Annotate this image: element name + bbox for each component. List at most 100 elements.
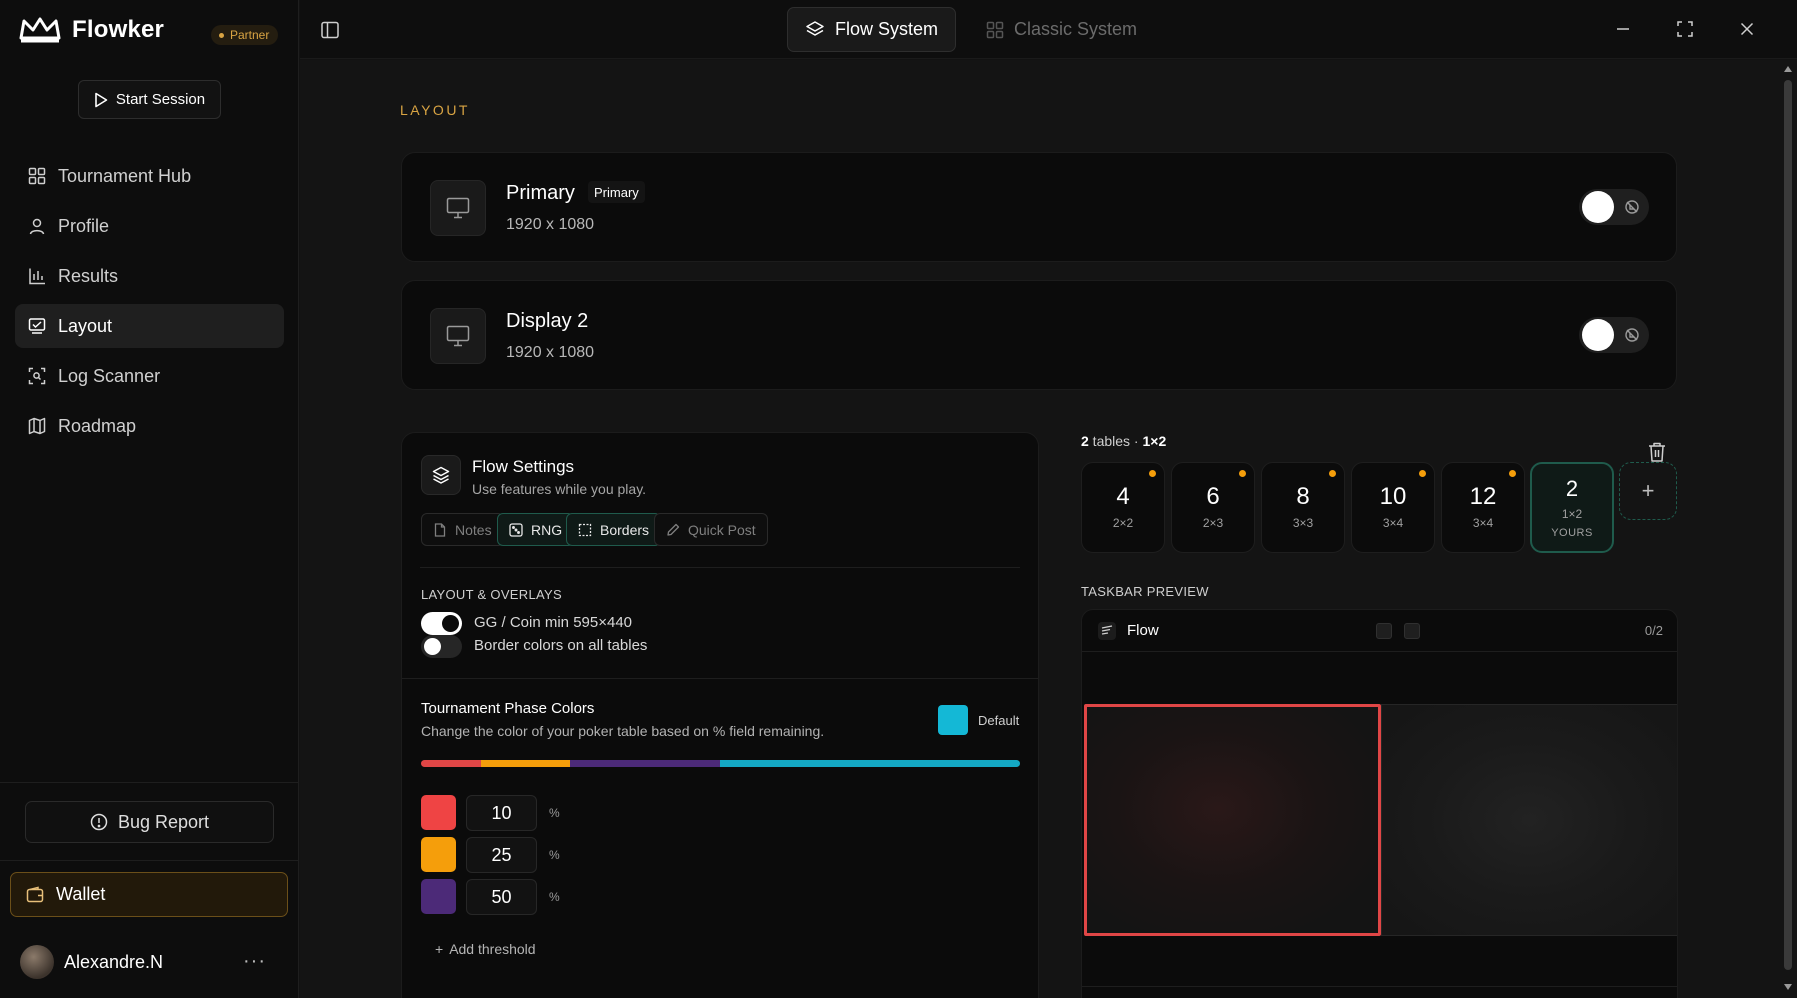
display-disable-toggle[interactable]: [1579, 189, 1649, 225]
phase-bar-segment: [421, 760, 481, 767]
default-color-swatch[interactable]: [938, 705, 968, 735]
sidebar-item-roadmap[interactable]: Roadmap: [15, 404, 284, 448]
threshold-input[interactable]: 25: [466, 837, 537, 873]
chip-label: Quick Post: [688, 521, 756, 538]
close-icon[interactable]: [1737, 19, 1757, 39]
primary-badge: Primary: [588, 181, 645, 203]
preview-table-slot-active[interactable]: [1084, 704, 1381, 936]
chip-notes[interactable]: Notes: [421, 513, 504, 546]
app-name: Flowker: [72, 16, 165, 43]
add-threshold-button[interactable]: + Add threshold: [435, 941, 536, 957]
bug-report-label: Bug Report: [117, 811, 210, 832]
sidebar-item-label: Tournament Hub: [58, 165, 192, 186]
threshold-unit: %: [549, 848, 560, 862]
threshold-input[interactable]: 10: [466, 795, 537, 831]
tile-count: 12: [1469, 483, 1497, 510]
threshold-unit: %: [549, 890, 560, 904]
monitor-icon: [446, 325, 470, 347]
bug-report-button[interactable]: Bug Report: [25, 801, 274, 843]
avatar: [20, 945, 54, 979]
tile-count: 2: [1565, 476, 1579, 501]
wallet-button[interactable]: Wallet: [10, 872, 288, 917]
threshold-input[interactable]: 50: [466, 879, 537, 915]
taskbar-preview-count: 0/2: [1644, 623, 1663, 638]
indicator-dot: [1149, 470, 1156, 477]
table-count-tile[interactable]: 10 3×4: [1351, 462, 1435, 553]
sidebar-item-profile[interactable]: Profile: [15, 204, 284, 248]
sidebar-item-layout[interactable]: Layout: [15, 304, 284, 348]
default-label: Default: [978, 713, 1020, 728]
start-session-button[interactable]: Start Session: [78, 80, 221, 119]
chip-rng[interactable]: RNG: [497, 513, 575, 546]
flow-logo-icon: [1101, 625, 1113, 635]
tab-label: Flow System: [834, 19, 939, 39]
sidebar-item-label: Results: [58, 265, 119, 286]
plus-icon: +: [435, 941, 444, 957]
tab-flow-system[interactable]: Flow System: [787, 7, 956, 52]
sidebar-nav: Tournament Hub Profile Results Layout Lo…: [15, 154, 284, 454]
phase-bar-segment: [720, 760, 1020, 767]
display-name: Primary: [506, 182, 575, 204]
switch-gg-coin-min[interactable]: [421, 612, 462, 635]
user-profile[interactable]: Alexandre.N: [20, 945, 163, 979]
table-count-tile[interactable]: 8 3×3: [1261, 462, 1345, 553]
scroll-down-arrow-icon[interactable]: [1783, 982, 1793, 992]
layers-icon: [432, 466, 450, 484]
sidebar-item-tournament-hub[interactable]: Tournament Hub: [15, 154, 284, 198]
dice-icon: [509, 522, 523, 537]
chip-borders[interactable]: Borders: [566, 513, 662, 546]
sidebar-item-results[interactable]: Results: [15, 254, 284, 298]
chip-label: RNG: [531, 521, 563, 538]
display-disable-toggle[interactable]: [1579, 317, 1649, 353]
tile-grid: 2×3: [1202, 516, 1224, 530]
phase-colors-subtitle: Change the color of your poker table bas…: [421, 723, 825, 739]
preview-table-slot[interactable]: [1381, 704, 1677, 936]
threshold-color-swatch[interactable]: [421, 795, 456, 830]
layers-icon: [806, 20, 824, 36]
chip-quick-post[interactable]: Quick Post: [654, 513, 768, 546]
add-layout-button[interactable]: +: [1619, 462, 1677, 520]
threshold-color-swatch[interactable]: [421, 837, 456, 872]
tile-grid: 2×2: [1112, 516, 1134, 530]
map-icon: [28, 417, 46, 435]
threshold-color-swatch[interactable]: [421, 879, 456, 914]
trash-icon[interactable]: [1647, 441, 1667, 463]
divider: [420, 567, 1020, 568]
scroll-thumb[interactable]: [1784, 80, 1792, 970]
indicator-dot: [1329, 470, 1336, 477]
indicator-dot: [1509, 470, 1516, 477]
eye-off-icon: [1625, 200, 1639, 214]
tile-count: 10: [1379, 483, 1407, 510]
table-count-tile[interactable]: 12 3×4: [1441, 462, 1525, 553]
tile-count: 6: [1206, 483, 1220, 510]
sidebar-toggle-icon[interactable]: [320, 20, 340, 40]
tab-classic-system[interactable]: Classic System: [986, 7, 1137, 52]
tile-count: 4: [1116, 483, 1130, 510]
tab-label: Classic System: [1014, 19, 1138, 39]
sidebar-item-log-scanner[interactable]: Log Scanner: [15, 354, 284, 398]
table-count-tile-selected[interactable]: 2 1×2 YOURS: [1530, 462, 1614, 553]
switch-border-colors[interactable]: [421, 635, 462, 658]
phase-bar-segment: [481, 760, 570, 767]
divider: [1082, 986, 1677, 987]
sidebar: Flowker Partner Start Session Tournament…: [0, 0, 299, 998]
section-title: LAYOUT: [400, 102, 470, 118]
phase-bar-segment: [570, 760, 720, 767]
table-count-tile[interactable]: 4 2×2: [1081, 462, 1165, 553]
display-icon-box: [430, 180, 486, 236]
tile-grid: 3×4: [1382, 516, 1404, 530]
tile-grid: 3×3: [1292, 516, 1314, 530]
taskbar-preview-title: Flow: [1127, 622, 1159, 639]
toggle-knob: [1582, 191, 1614, 223]
partner-badge-label: Partner: [230, 28, 270, 42]
sidebar-item-label: Log Scanner: [58, 365, 161, 386]
tile-grid: 1×2: [1561, 507, 1583, 521]
main-scrollbar[interactable]: [1779, 60, 1797, 998]
table-count-tile[interactable]: 6 2×3: [1171, 462, 1255, 553]
switch-label: GG / Coin min 595×440: [474, 614, 633, 631]
maximize-icon[interactable]: [1675, 19, 1695, 39]
minimize-icon[interactable]: [1613, 19, 1633, 39]
user-more-button[interactable]: ···: [243, 950, 266, 973]
tables-grid: 1×2: [1142, 433, 1167, 449]
scroll-up-arrow-icon[interactable]: [1783, 64, 1793, 74]
